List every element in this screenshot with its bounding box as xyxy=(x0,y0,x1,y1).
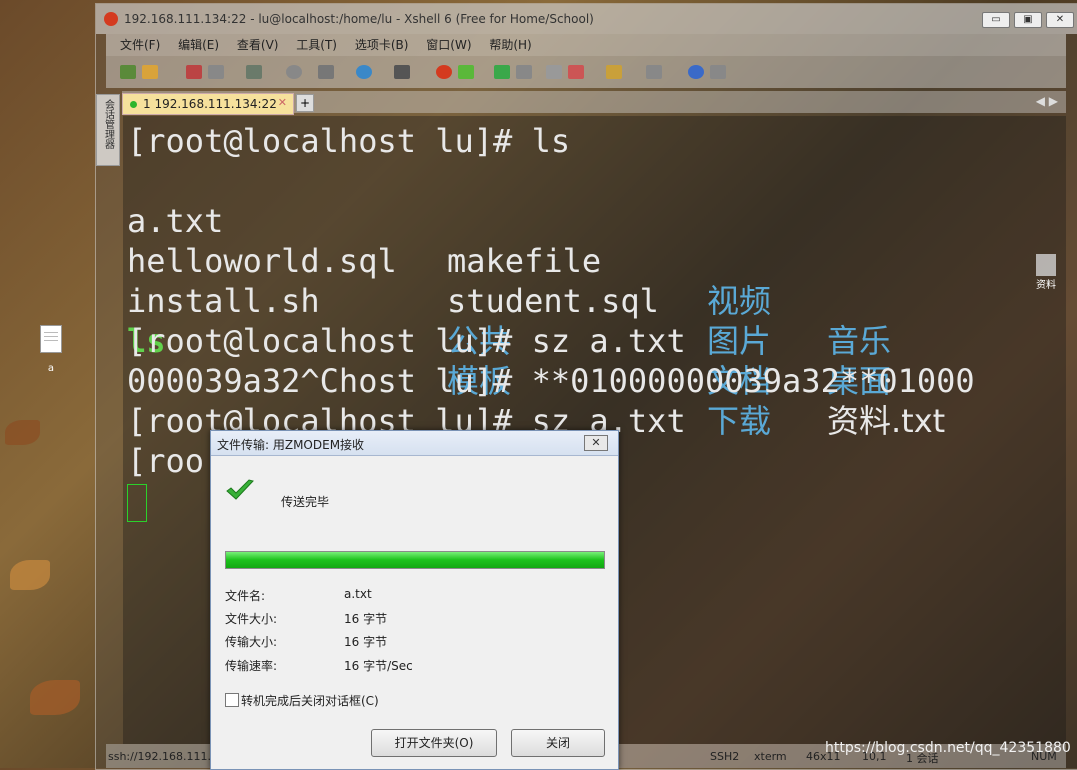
drag-file-overlay: 资料 xyxy=(1034,254,1058,291)
layout-icon[interactable] xyxy=(646,65,662,79)
tab-close-icon[interactable]: ✕ xyxy=(278,96,287,109)
progress-bar xyxy=(225,551,605,569)
dialog-title: 文件传输: 用ZMODEM接收 xyxy=(217,438,365,452)
transfer-size-value: 16 字节 xyxy=(344,635,388,649)
file-size-value: 16 字节 xyxy=(344,612,388,626)
window-title: 192.168.111.134:22 - lu@localhost:/home/… xyxy=(124,12,594,26)
copy-icon[interactable] xyxy=(318,65,334,79)
close-on-finish-label[interactable]: 转机完成后关闭对话框(C) xyxy=(241,692,379,709)
transfer-size-label: 传输大小: xyxy=(225,635,278,649)
leaf-decoration xyxy=(30,680,80,715)
properties-icon[interactable] xyxy=(246,65,262,79)
terminal-line: [root@localhost lu]# ls xyxy=(127,122,571,160)
terminal-line: ls 模板 下载 xyxy=(127,281,1062,440)
minimize-button[interactable]: ▭ xyxy=(982,12,1010,28)
search-icon[interactable] xyxy=(286,65,302,79)
tab-nav-arrows[interactable]: ◀ ▶ xyxy=(1036,94,1058,108)
terminal-line: 000039a32^Chost lu]# **01000000039a32**0… xyxy=(127,362,975,400)
menu-view[interactable]: 查看(V) xyxy=(237,34,279,56)
drag-file-label: 资料 xyxy=(1036,280,1056,291)
terminal-line: helloworld.sql student.sql 图片 桌面 xyxy=(127,201,1062,400)
maximize-button[interactable]: ▣ xyxy=(1014,12,1042,28)
connected-status-icon xyxy=(130,101,137,108)
menu-file[interactable]: 文件(F) xyxy=(120,34,160,56)
chat-icon[interactable] xyxy=(710,65,726,79)
new-tab-icon[interactable] xyxy=(606,65,622,79)
disconnect-icon[interactable] xyxy=(208,65,224,79)
desktop-file[interactable]: a xyxy=(36,325,66,374)
new-session-icon[interactable] xyxy=(120,65,136,79)
leaf-decoration xyxy=(5,420,40,445)
close-on-finish-checkbox[interactable] xyxy=(225,693,239,707)
file-icon xyxy=(1036,254,1056,276)
add-tab-button[interactable]: + xyxy=(296,94,314,112)
status-protocol: SSH2 xyxy=(710,750,740,763)
fullscreen-icon[interactable] xyxy=(494,65,510,79)
transfer-rate-value: 16 字节/Sec xyxy=(344,659,413,673)
desktop-file-label: a xyxy=(47,363,55,374)
title-bar: 192.168.111.134:22 - lu@localhost:/home/… xyxy=(96,4,1077,34)
keyboard-icon[interactable] xyxy=(546,65,562,79)
font-icon[interactable] xyxy=(394,65,410,79)
file-size-label: 文件大小: xyxy=(225,612,278,626)
xshell-logo-icon xyxy=(104,12,118,26)
ls-entry-dir: 下载 xyxy=(707,402,772,440)
menu-tabs[interactable]: 选项卡(B) xyxy=(355,34,409,56)
menu-edit[interactable]: 编辑(E) xyxy=(178,34,219,56)
help-icon[interactable] xyxy=(688,65,704,79)
lock-icon[interactable] xyxy=(516,65,532,79)
connect-icon[interactable] xyxy=(186,65,202,79)
terminal-line: a.txt makefile 视频 音乐 xyxy=(127,161,1062,360)
file-name-value: a.txt xyxy=(344,587,372,601)
dialog-close-action-button[interactable]: 关闭 xyxy=(511,729,605,757)
transfer-status: 传送完毕 xyxy=(281,495,330,509)
status-term: xterm xyxy=(754,750,787,763)
checkmark-icon xyxy=(226,479,254,500)
session-manager-label: 会话管理器 xyxy=(102,99,114,149)
status-connection: ssh://192.168.111.13 xyxy=(108,750,226,763)
dialog-title-bar: 文件传输: 用ZMODEM接收 ✕ xyxy=(211,431,618,456)
document-icon xyxy=(40,325,62,353)
pen-icon[interactable] xyxy=(568,65,584,79)
globe-icon[interactable] xyxy=(356,65,372,79)
terminal-line: [root@localhost lu]# sz a.txt xyxy=(127,322,686,360)
terminal-cursor xyxy=(127,484,147,522)
ls-entry-dir: 音乐 xyxy=(827,322,892,360)
watermark: https://blog.csdn.net/qq_42351880 xyxy=(825,740,1071,756)
file-name-label: 文件名: xyxy=(225,589,266,603)
transfer-rate-label: 传输速率: xyxy=(225,659,278,673)
ls-entry-dir: 图片 xyxy=(707,322,772,360)
progress-fill xyxy=(226,552,604,568)
ls-entry: 资料.txt xyxy=(827,402,946,440)
terminal-line: [roo xyxy=(127,442,205,480)
menu-window[interactable]: 窗口(W) xyxy=(426,34,471,56)
close-window-button[interactable]: ✕ xyxy=(1046,12,1074,28)
toolbar xyxy=(106,56,1066,88)
tab-bar: 1 192.168.111.134:22 ✕ + ◀ ▶ xyxy=(122,91,1066,115)
tab-session-1[interactable]: 1 192.168.111.134:22 ✕ xyxy=(122,93,294,115)
session-manager-tab[interactable]: 会话管理器 xyxy=(96,94,120,166)
menu-tools[interactable]: 工具(T) xyxy=(296,34,337,56)
dialog-close-button[interactable]: ✕ xyxy=(584,435,608,451)
menu-bar: 文件(F) 编辑(E) 查看(V) 工具(T) 选项卡(B) 窗口(W) 帮助(… xyxy=(106,34,1066,56)
menu-help[interactable]: 帮助(H) xyxy=(489,34,531,56)
open-folder-button[interactable]: 打开文件夹(O) xyxy=(371,729,497,757)
terminal-line: install.sh 公共 文档 资料.txt xyxy=(127,241,1062,440)
xshell-icon[interactable] xyxy=(436,65,452,79)
zmodem-dialog: 文件传输: 用ZMODEM接收 ✕ 传送完毕 文件名: a.txt 文件大小: … xyxy=(210,430,619,770)
leaf-decoration xyxy=(10,560,50,590)
xftp-icon[interactable] xyxy=(458,65,474,79)
open-folder-icon[interactable] xyxy=(142,65,158,79)
tab-label: 1 192.168.111.134:22 xyxy=(143,97,277,111)
